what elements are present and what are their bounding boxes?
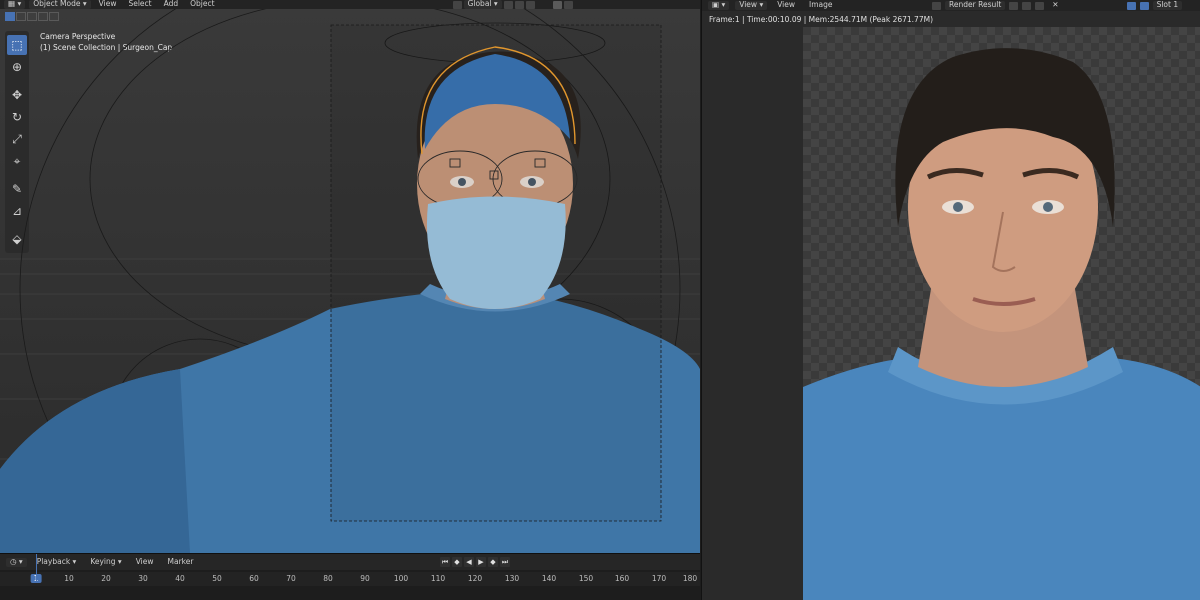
frame-tick: 30 [138, 574, 148, 583]
frame-tick: 150 [578, 574, 594, 583]
render-left-iris [953, 202, 963, 212]
proportional-edit-icon[interactable] [552, 0, 562, 9]
play-reverse-icon[interactable]: ◀ [464, 557, 474, 567]
timeline-menu-view[interactable]: View [132, 557, 158, 567]
render-right-iris [1043, 202, 1053, 212]
menu-view[interactable]: View [95, 0, 121, 9]
open-image-icon[interactable] [1035, 1, 1045, 10]
frame-tick: 120 [467, 574, 483, 583]
falloff-icon[interactable] [563, 0, 573, 9]
mode-dropdown[interactable]: Object Mode ▾ [29, 0, 91, 9]
editor-type-dropdown[interactable]: ▦ ▾ [4, 0, 26, 9]
mask-icon[interactable] [1126, 1, 1136, 10]
frame-tick: 70 [286, 574, 296, 583]
frame-tick: 130 [504, 574, 520, 583]
viewport-header: ▦ ▾ Object Mode ▾ View Select Add Object… [0, 0, 700, 9]
keying-label: Keying [90, 556, 116, 566]
frame-tick: 140 [541, 574, 557, 583]
frame-tick: 180 [682, 574, 698, 583]
frame-tick: 60 [249, 574, 259, 583]
menu-object[interactable]: Object [186, 0, 218, 9]
frame-tick: 50 [212, 574, 222, 583]
jump-start-icon[interactable]: ⏮ [440, 557, 450, 567]
image-menu-view[interactable]: View [773, 1, 799, 10]
orientation-label: Global [467, 0, 492, 8]
next-keyframe-icon[interactable]: ◆ [488, 557, 498, 567]
frame-tick: 110 [430, 574, 446, 583]
transform-tools: Global ▾ [452, 0, 573, 9]
left-arm [0, 369, 190, 553]
menu-keying[interactable]: Keying ▾ [86, 556, 125, 567]
prev-keyframe-icon[interactable]: ◆ [452, 557, 462, 567]
snap-target-icon[interactable] [525, 0, 535, 9]
frame-tick: 40 [175, 574, 185, 583]
slot-dropdown[interactable]: Slot 1 [1152, 1, 1183, 10]
image-name-field[interactable]: Render Result [945, 1, 1006, 10]
transport-controls: ⏮ ◆ ◀ ▶ ◆ ⏭ [440, 557, 510, 567]
fake-user-icon[interactable] [1009, 1, 1019, 10]
playback-label: Playback [36, 556, 71, 566]
render-status: Frame:1 | Time:00:10.09 | Mem:2544.71M (… [709, 15, 933, 24]
render-result-canvas[interactable] [803, 27, 1200, 600]
frame-tick: 160 [614, 574, 630, 583]
timeline-editor-type[interactable]: ◷ ▾ [6, 557, 27, 567]
frame-tick: 100 [393, 574, 409, 583]
frame-tick: 90 [360, 574, 370, 583]
timeline-header: ◷ ▾ Playback ▾ Keying ▾ View Marker ⏮ ◆ … [0, 554, 700, 570]
frame-tick: 80 [323, 574, 333, 583]
menu-add[interactable]: Add [160, 0, 183, 9]
overlay-icon[interactable] [1139, 1, 1149, 10]
render-image [803, 48, 1200, 600]
menu-select[interactable]: Select [124, 0, 155, 9]
timeline-editor[interactable]: ◷ ▾ Playback ▾ Keying ▾ View Marker ⏮ ◆ … [0, 553, 700, 600]
frame-tick: 10 [64, 574, 74, 583]
3d-viewport[interactable]: ▦ ▾ Object Mode ▾ View Select Add Object… [0, 0, 700, 553]
image-editor-header: ▣ ▾ View ▾ View Image Render Result ✕ Sl… [702, 0, 1200, 11]
snap-icon[interactable] [514, 0, 524, 9]
jump-end-icon[interactable]: ⏭ [500, 557, 510, 567]
image-editor-type[interactable]: ▣ ▾ [708, 1, 730, 10]
camera-frame [330, 24, 662, 522]
play-icon[interactable]: ▶ [476, 557, 486, 567]
frame-tick: 20 [101, 574, 111, 583]
scene-render[interactable] [0, 9, 700, 553]
frame-tick: 170 [651, 574, 667, 583]
unlink-image-icon[interactable]: ✕ [1048, 1, 1062, 10]
image-editor[interactable]: ▣ ▾ View ▾ View Image Render Result ✕ Sl… [701, 0, 1200, 600]
playhead[interactable] [36, 554, 37, 582]
browse-image-icon[interactable] [932, 1, 941, 10]
orientation-dropdown[interactable]: Global ▾ [463, 0, 502, 9]
view-mode-label: View [739, 0, 758, 9]
menu-marker[interactable]: Marker [164, 557, 198, 567]
image-view-mode[interactable]: View ▾ [735, 0, 768, 10]
menu-playback[interactable]: Playback ▾ [33, 556, 81, 567]
new-image-icon[interactable] [1022, 1, 1032, 10]
orientation-icon [452, 0, 462, 9]
image-browse-controls: Render Result ✕ Slot 1 [932, 1, 1183, 10]
image-menu-image[interactable]: Image [805, 1, 837, 10]
frame-ruler[interactable]: 1 10 20 30 40 50 60 70 80 90 100 110 120… [0, 572, 700, 586]
mode-label: Object Mode [33, 0, 81, 8]
pivot-icon[interactable] [503, 0, 513, 9]
